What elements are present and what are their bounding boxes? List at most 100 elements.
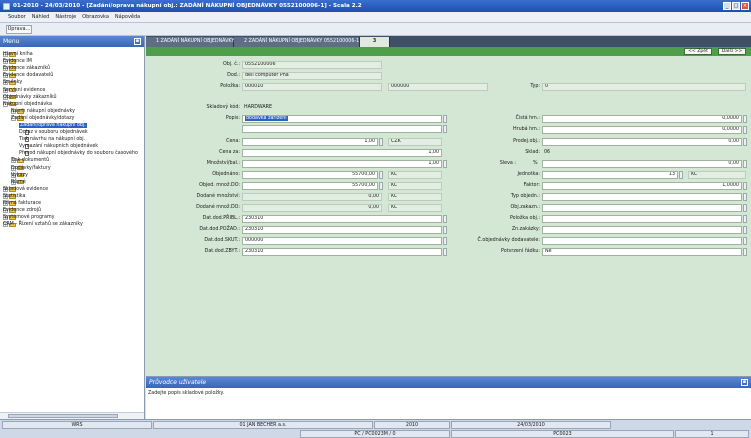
delivery-date-actual-label: Dat.dod.SKUT.: [204,238,240,243]
description-field-2[interactable] [242,125,442,133]
sales-order-dropdown-icon[interactable] [743,138,747,146]
factor-field[interactable]: 1,0000 [542,182,742,190]
job-code-dropdown-icon[interactable] [743,226,747,234]
tab-3[interactable]: 3 [360,37,390,47]
pin-icon[interactable]: ▪ [134,38,141,45]
net-weight-dropdown-icon[interactable] [743,115,747,123]
tree-item[interactable]: + Směnky [0,79,144,86]
close-button[interactable]: × [741,2,749,10]
tree-item-label: Návrh nákupní objednávky [11,108,75,114]
order-type-field[interactable] [542,193,742,201]
tree-item[interactable]: + CRM - Řízení vztahů se zákazníky [0,221,144,228]
ordered-qty-do-dropdown-icon[interactable] [379,182,383,190]
tree-item-label: Tisk dokumentů [11,158,50,164]
customer-order-dropdown-icon[interactable] [743,204,747,212]
order-item-label: Položka obj.: [509,216,540,221]
gross-weight-field[interactable]: 0,0000 [542,126,742,134]
discount-dropdown-icon[interactable] [743,160,747,168]
tree-item[interactable]: + Systémové programy [0,214,144,221]
tree-item[interactable]: + Tisk dokumentů [0,157,144,164]
delivery-date-requested-field[interactable]: 230310 [242,226,442,234]
menu-napoveda[interactable]: Nápověda [115,14,140,20]
edit-button[interactable]: Úprava... [6,25,32,34]
tree-item[interactable]: + Evidence zákazníků [0,65,144,72]
tree-item[interactable]: + Dodávky/faktury [0,165,144,172]
order-type-label: Typ objedn.: [510,194,540,199]
tree-item[interactable]: Vymazání nákupních objednávek [0,143,144,150]
order-type-dropdown-icon[interactable] [743,193,747,201]
navigator-header: Menu ▪ [0,36,144,47]
tab-2[interactable]: 2 ZADÁNÍ NÁKUPNÍ OBJEDNÁVKY 0552100006-1 [234,37,360,47]
delivery-date-remaining-dropdown-icon[interactable] [443,248,447,256]
delivery-date-requested-dropdown-icon[interactable] [443,226,447,234]
delivery-date-approx-dropdown-icon[interactable] [443,215,447,223]
delivery-date-approx-field[interactable]: 230310 [242,215,442,223]
ordered-dropdown-icon[interactable] [379,171,383,179]
tree-item[interactable]: Tisk návrhu na nákupní obj. [0,136,144,143]
horizontal-scrollbar[interactable] [0,412,144,419]
tree-item[interactable]: + Evidence dodavatelů [0,72,144,79]
description-spin-icon[interactable] [443,115,447,123]
line-confirmation-dropdown-icon[interactable] [743,248,747,256]
tree-item[interactable]: - Nákupní objednávka [0,101,144,108]
price-field[interactable]: 1,00 [242,138,378,146]
job-code-field[interactable] [542,226,742,234]
order-number-field: 0552100006 [242,61,382,69]
tab-1[interactable]: 1 ZADÁNÍ NÁKUPNÍ OBJEDNÁVKY [146,37,234,47]
type-field: 0 [542,83,746,91]
tree-item[interactable]: Zadání/oprava nákupní obj. [0,122,144,129]
tree-item-label: Nákupní objednávka [3,101,52,107]
description-field[interactable]: dodávka zařízení [242,115,442,123]
ordered-qty-do-field[interactable]: 55700,00 [242,182,378,190]
qty-dropdown-icon[interactable] [443,160,447,168]
tree-item[interactable]: Dotaz v souboru objednávek [0,129,144,136]
scrollbar-thumb[interactable] [8,414,118,418]
tree-item[interactable]: + Hlavní kniha [0,51,144,58]
user-guide-title: Průvodce uživatele [149,379,207,386]
tree-item[interactable]: + Statistika [0,193,144,200]
tree-item[interactable]: + Skladová evidence [0,186,144,193]
price-dropdown-icon[interactable] [379,138,383,146]
supplier-order-number-dropdown-icon[interactable] [743,237,747,245]
factor-dropdown-icon[interactable] [743,182,747,190]
unit-dropdown-icon[interactable] [679,171,683,179]
maximize-button[interactable]: □ [732,2,740,10]
tree-item[interactable]: + Servisní evidence [0,86,144,93]
supplier-order-number-field[interactable] [542,237,742,245]
description-2-spin-icon[interactable] [443,125,447,133]
status-year: 2010 [374,421,450,429]
minimize-panel-icon[interactable]: ▪ [741,379,748,386]
tree-item[interactable]: + Objednávky zákazníků [0,94,144,101]
tree-item[interactable]: Převod nákupní objednávky do souboru čas… [0,150,144,157]
unit-field[interactable]: 13 [542,171,678,179]
delivery-date-remaining-field[interactable]: 230310 [242,248,442,256]
delivery-date-actual-field[interactable]: 000000 [242,237,442,245]
menu-nahled[interactable]: Náhled [32,14,50,20]
qty-per-pack-label: Množství/bal.: [206,161,240,166]
tree-item[interactable]: + Výkazy [0,172,144,179]
ordered-field[interactable]: 55700,00 [242,171,378,179]
tree-item-label: Směnky [3,80,23,86]
tree-item[interactable]: + Evidence IM [0,58,144,65]
minimize-button[interactable]: _ [723,2,731,10]
discount-field[interactable]: 0,00 [542,160,742,168]
tree-item[interactable]: - Zadání objednávky/dotazy [0,115,144,122]
tree-item[interactable]: + Různé [0,179,144,186]
order-item-field[interactable] [542,215,742,223]
qty-per-pack-field[interactable]: 1,00 [242,160,442,168]
tree-item[interactable]: + Návrh nákupní objednávky [0,108,144,115]
price-per-field[interactable]: 1,00 [242,149,442,157]
menu-obrazovka[interactable]: Obrazovka [82,14,109,20]
order-item-dropdown-icon[interactable] [743,215,747,223]
customer-order-field[interactable] [542,204,742,212]
tree-item[interactable]: + Evidence zdrojů [0,207,144,214]
next-button[interactable]: Další >> [718,48,746,55]
tree-item[interactable]: + Přímá fakturace [0,200,144,207]
menu-soubor[interactable]: Soubor [8,14,26,20]
net-weight-field[interactable]: 0,0000 [542,115,742,123]
gross-weight-dropdown-icon[interactable] [743,126,747,134]
back-button[interactable]: << Zpět [684,48,712,55]
menu-nastroje[interactable]: Nástroje [55,14,76,20]
line-confirmation-field[interactable]: Ne [542,248,742,256]
sales-order-field[interactable]: 0,00 [542,138,742,146]
